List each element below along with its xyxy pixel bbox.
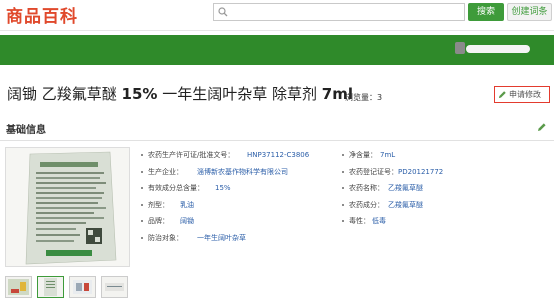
thumbnail-active[interactable] xyxy=(37,276,64,298)
section-title: 基础信息 xyxy=(6,125,46,136)
info-value-link[interactable]: 一年生阔叶杂草 xyxy=(197,230,246,247)
info-label: 防治对象： xyxy=(148,233,183,242)
browse-count: 浏览量：3 xyxy=(345,92,382,103)
top-bar: 商品百科 搜索 创建词条 xyxy=(0,0,554,31)
apply-edit-button[interactable]: 申请修改 xyxy=(494,86,550,103)
title-part-name: 阔锄 乙羧氟草醚 xyxy=(7,85,122,103)
create-entry-button[interactable]: 创建词条 xyxy=(507,3,552,21)
site-logo[interactable]: 商品百科 xyxy=(6,2,78,27)
info-label: 农药名称： xyxy=(349,184,384,192)
pen-icon xyxy=(498,91,506,99)
apply-edit-label: 申请修改 xyxy=(509,90,541,99)
info-value-link[interactable]: 阔锄 xyxy=(180,213,194,230)
info-value-link[interactable]: 15% xyxy=(215,180,231,197)
info-value-link[interactable]: 7mL xyxy=(380,147,395,164)
search-box[interactable] xyxy=(213,3,465,21)
search-button[interactable]: 搜索 xyxy=(468,3,504,21)
browse-value: 3 xyxy=(377,93,383,102)
info-label: 净含量： xyxy=(349,151,377,159)
info-value-link[interactable]: HNP37112-C3806 xyxy=(247,147,309,164)
search-input[interactable] xyxy=(232,5,464,21)
browse-label: 浏览量： xyxy=(345,93,377,102)
info-label: 农药生产许可证/批准文号： xyxy=(148,151,235,159)
thumbnail[interactable] xyxy=(5,276,32,298)
info-label: 剂型： xyxy=(148,200,169,209)
section-header: 基础信息 xyxy=(0,116,554,138)
product-image[interactable] xyxy=(5,147,130,267)
info-value-link[interactable]: 乳油 xyxy=(180,197,194,214)
info-label: 生产企业： xyxy=(148,167,183,176)
info-value-link[interactable]: 乙羧氟草醚 xyxy=(388,180,423,197)
divider xyxy=(0,140,554,141)
info-label: 有效成分总含量： xyxy=(148,184,204,192)
avatar[interactable] xyxy=(455,42,465,54)
info-value-link[interactable]: 乙羧氟草醚 xyxy=(388,197,423,214)
title-part-target: 一年生阔叶杂草 除草剂 xyxy=(157,85,322,103)
info-label: 毒性： xyxy=(349,217,370,225)
title-part-percent: 15% xyxy=(121,85,158,103)
info-label: 农药成分： xyxy=(349,200,384,209)
search-icon xyxy=(218,7,228,17)
info-value-link[interactable]: 淄博新农基作物科学有限公司 xyxy=(197,164,288,181)
info-label: 品牌： xyxy=(148,217,169,225)
info-value-link[interactable]: PD20121772 xyxy=(398,164,443,181)
pen-icon[interactable] xyxy=(537,122,547,132)
thumbnail[interactable] xyxy=(101,276,128,298)
user-name-redacted[interactable] xyxy=(466,45,530,53)
thumbnail[interactable] xyxy=(69,276,96,298)
info-value-link[interactable]: 低毒 xyxy=(372,213,386,230)
product-package-image xyxy=(6,148,129,266)
info-label: 农药登记证号： xyxy=(349,167,398,176)
page-title: 阔锄 乙羧氟草醚 15% 一年生阔叶杂草 除草剂 7ml xyxy=(7,83,353,104)
